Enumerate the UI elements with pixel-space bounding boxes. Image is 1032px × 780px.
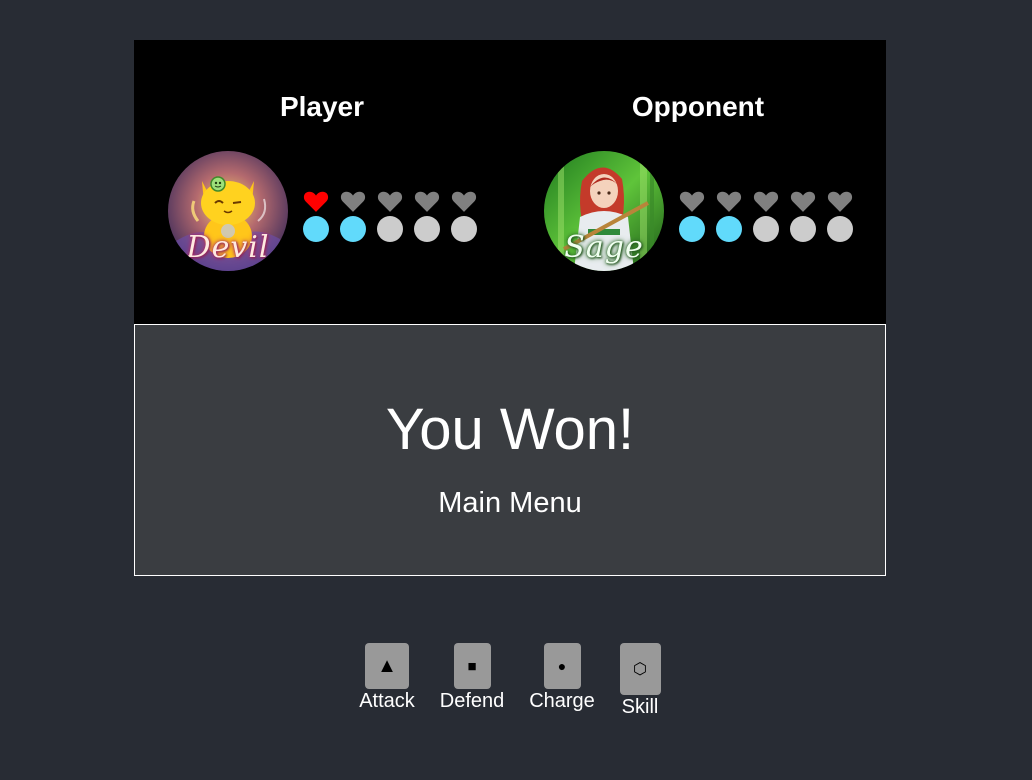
opponent-energy-orbs [679,216,869,242]
charge-button[interactable]: ● [543,643,581,689]
square-icon: ■ [467,657,477,675]
energy-orb [790,216,816,242]
energy-orb [827,216,853,242]
skill-button[interactable]: ⬡ [619,643,661,695]
player-stats [303,188,493,242]
heart-icon [679,191,705,212]
heart-icon [790,191,816,212]
player-health-hearts [303,188,493,214]
energy-orb [340,216,366,242]
opponent-avatar: Sage [544,151,664,271]
energy-orb [303,216,329,242]
player-energy-orbs [303,216,493,242]
energy-orb [753,216,779,242]
hexagon-icon: ⬡ [633,661,647,678]
circle-icon: ● [557,658,567,674]
player-panel: Player Devil [134,40,510,324]
action-skill: ⬡ Skill [615,643,665,719]
opponent-character-name: Sage [564,230,644,265]
heart-icon [827,191,853,212]
heart-icon [753,191,779,212]
result-panel: You Won! Main Menu [134,324,886,576]
player-avatar: Devil [168,151,288,271]
action-attack: ▲ Attack [357,643,417,713]
charge-label: Charge [529,690,595,712]
battle-board: Player Devil Opponent Sage [134,40,886,324]
result-title: You Won! [385,397,635,462]
opponent-title: Opponent [631,91,765,122]
main-menu-button[interactable]: Main Menu [410,483,610,523]
energy-orb [451,216,477,242]
energy-orb [377,216,403,242]
action-defend: ■ Defend [438,643,506,713]
heart-icon [414,191,440,212]
player-title: Player [279,91,365,122]
opponent-health-hearts [679,188,869,214]
energy-orb [679,216,705,242]
heart-icon [303,191,329,212]
heart-icon [377,191,403,212]
defend-button[interactable]: ■ [453,643,491,689]
defend-label: Defend [439,690,505,712]
skill-label: Skill [621,696,659,718]
triangle-icon: ▲ [377,654,397,677]
energy-orb [716,216,742,242]
attack-button[interactable]: ▲ [365,643,409,689]
energy-orb [414,216,440,242]
heart-icon [340,191,366,212]
action-charge: ● Charge [527,643,597,713]
heart-icon [716,191,742,212]
heart-icon [451,191,477,212]
player-character-name: Devil [186,230,270,265]
attack-label: Attack [359,690,415,712]
opponent-panel: Opponent Sage [510,40,886,324]
opponent-stats [679,188,869,242]
